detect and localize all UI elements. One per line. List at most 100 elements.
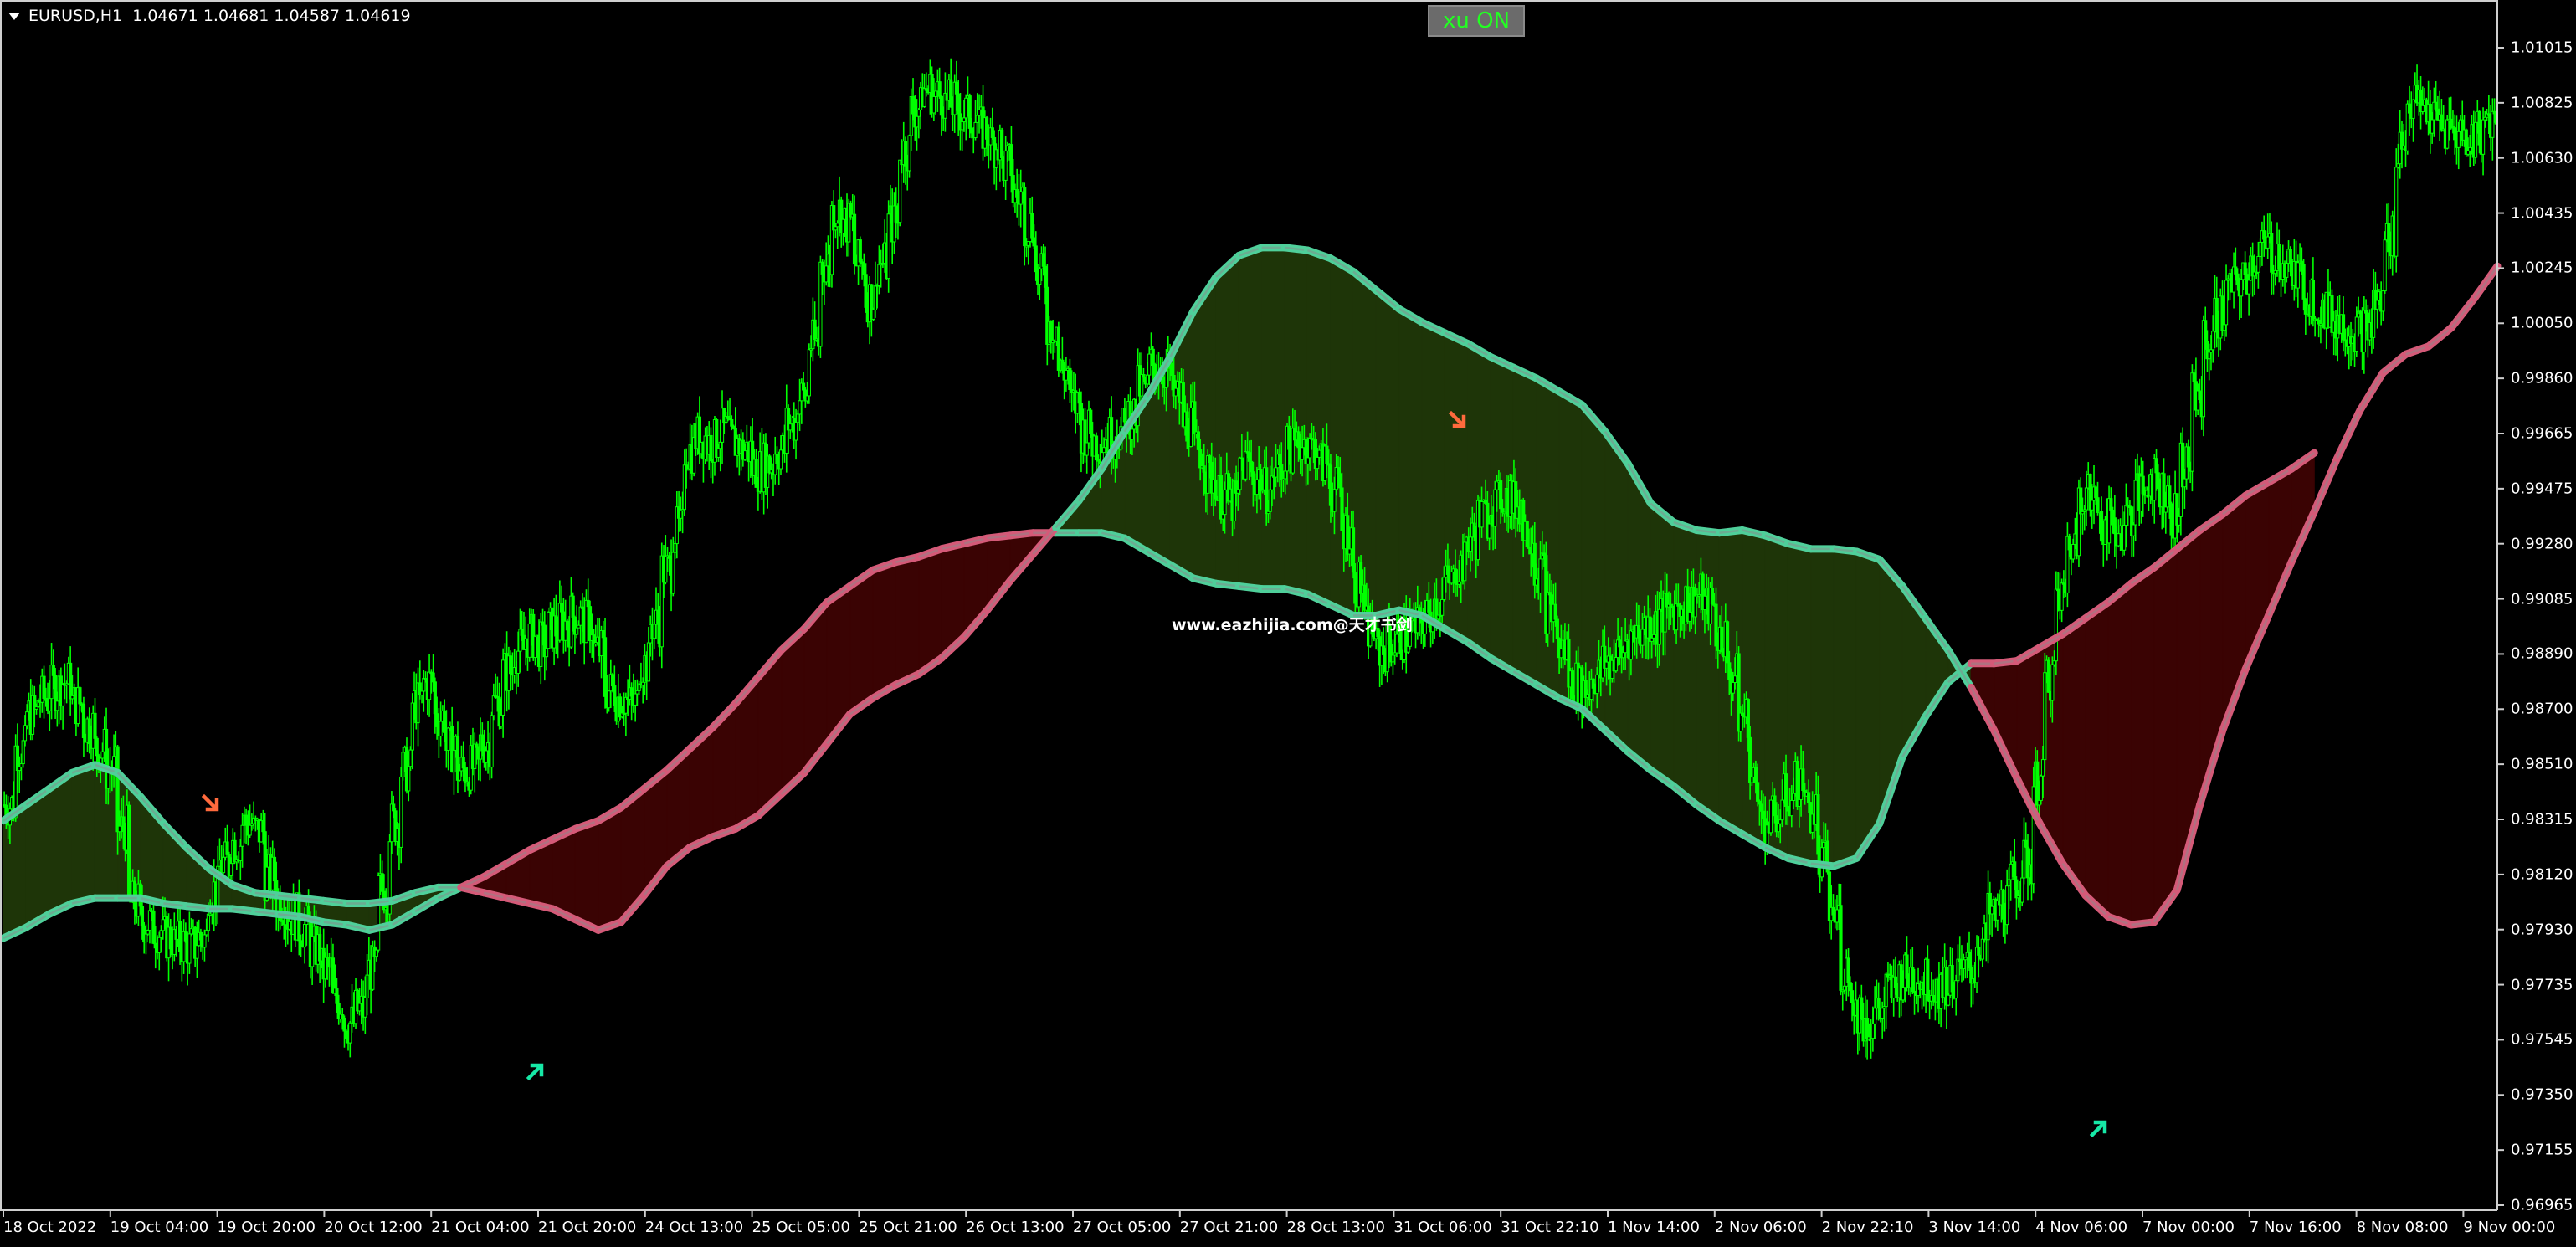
candle-body (1816, 794, 1820, 855)
price-tick-label: 0.99475 (2511, 480, 2573, 498)
price-tick-label: 0.98700 (2511, 700, 2573, 718)
candle-body (401, 752, 405, 777)
xu-toggle-button[interactable]: xu ON (1428, 5, 1525, 37)
candle-body (1501, 508, 1505, 513)
candle-body (1000, 129, 1004, 159)
candle-body (475, 743, 479, 748)
candle-body (793, 422, 798, 441)
time-tick-label: 24 Oct 13:00 (644, 1219, 744, 1236)
candle-body (2256, 255, 2260, 273)
price-tick-label: 1.00050 (2511, 314, 2573, 332)
candle-body (862, 264, 866, 275)
caret-down-icon[interactable] (8, 12, 20, 20)
fast-ma-core (2473, 265, 2499, 300)
candle-body (1884, 973, 1888, 1008)
candle-body (1043, 265, 1048, 288)
candle-body (431, 672, 435, 683)
cloud-segment (1604, 430, 1629, 753)
candle-body (852, 213, 857, 265)
candle-body (547, 611, 551, 649)
fast-ma-core (2428, 326, 2453, 347)
cloud-segment (1444, 332, 1469, 644)
candle-body (1049, 321, 1053, 344)
candle-body (1591, 678, 1595, 689)
candle-body (1247, 452, 1251, 462)
candle-body (195, 945, 199, 959)
candle-body (1250, 460, 1254, 473)
candle-body (1064, 369, 1068, 381)
candle-body (1308, 438, 1312, 459)
candle-body (2124, 505, 2128, 526)
candle-body (2270, 233, 2274, 273)
candle-body (1651, 634, 1656, 639)
price-tick-label: 0.98890 (2511, 644, 2573, 663)
candle-body (1911, 967, 1915, 992)
time-tick-label: 25 Oct 05:00 (752, 1219, 850, 1236)
candle-body (187, 933, 192, 964)
candle-body (302, 924, 307, 948)
candle-body (2190, 372, 2194, 472)
candle-body (452, 749, 456, 773)
candle-body (2183, 478, 2187, 488)
candle-body (2396, 163, 2400, 168)
candle-body (2141, 475, 2145, 495)
watermark-text: www.eazhijia.com@天才书剑 (1172, 616, 1413, 634)
candle-body (2387, 223, 2391, 253)
candle-body (533, 635, 537, 659)
candle-body (2204, 320, 2208, 342)
candle-body (410, 702, 414, 751)
candle-body (1202, 465, 1206, 473)
candle-body (2109, 498, 2113, 511)
candle-body (2481, 119, 2486, 155)
price-tick-label: 0.96965 (2511, 1196, 2573, 1214)
candle-body (248, 824, 252, 836)
candle-body (2440, 114, 2444, 131)
candle-body (1848, 982, 1852, 992)
candle-body (1738, 712, 1742, 732)
candle-body (221, 856, 226, 874)
time-tick-label: 21 Oct 04:00 (431, 1219, 530, 1236)
candle-body (70, 695, 74, 700)
candle-body (189, 928, 193, 935)
candle-body (2111, 510, 2115, 519)
candle-body (2001, 889, 2005, 920)
candle-body (2046, 659, 2050, 693)
candle-body (2084, 487, 2089, 511)
candle-body (1797, 798, 1801, 807)
symbol-info: EURUSD,H1 1.04671 1.04681 1.04587 1.0461… (8, 7, 411, 25)
candle-body (915, 115, 919, 128)
candle-body (490, 715, 494, 768)
candle-body (1306, 457, 1310, 464)
candle-body (709, 434, 713, 462)
candle-body (2277, 244, 2281, 270)
candle-body (742, 450, 747, 460)
candle-body (499, 714, 503, 727)
candle-body (949, 79, 953, 108)
candle-body (575, 627, 579, 635)
candle-body (2235, 273, 2240, 285)
candle-body (527, 623, 531, 658)
price-tick-label: 1.00630 (2511, 149, 2573, 167)
candle-body (1198, 449, 1203, 469)
candle-body (2468, 146, 2472, 151)
candle-body (1406, 645, 1410, 653)
candle-body (1208, 455, 1212, 463)
candle-body (541, 621, 545, 626)
candle-body (25, 711, 29, 726)
candle-body (911, 96, 916, 115)
candle-body (1657, 608, 1661, 645)
candle-body (153, 942, 157, 949)
price-tick-label: 0.97155 (2511, 1141, 2573, 1159)
candle-body (1791, 793, 1796, 802)
candle-body (2099, 511, 2104, 542)
candle-body (2296, 262, 2300, 289)
candle-body (1338, 473, 1342, 489)
candle-body (1300, 447, 1305, 460)
candle-body (1351, 527, 1356, 573)
candle-body (144, 933, 148, 943)
candle-body (798, 400, 802, 415)
cloud-segment (1398, 308, 1423, 617)
candle-body (348, 1022, 352, 1044)
candle-body (2354, 316, 2358, 352)
candle-body (1977, 947, 1981, 956)
